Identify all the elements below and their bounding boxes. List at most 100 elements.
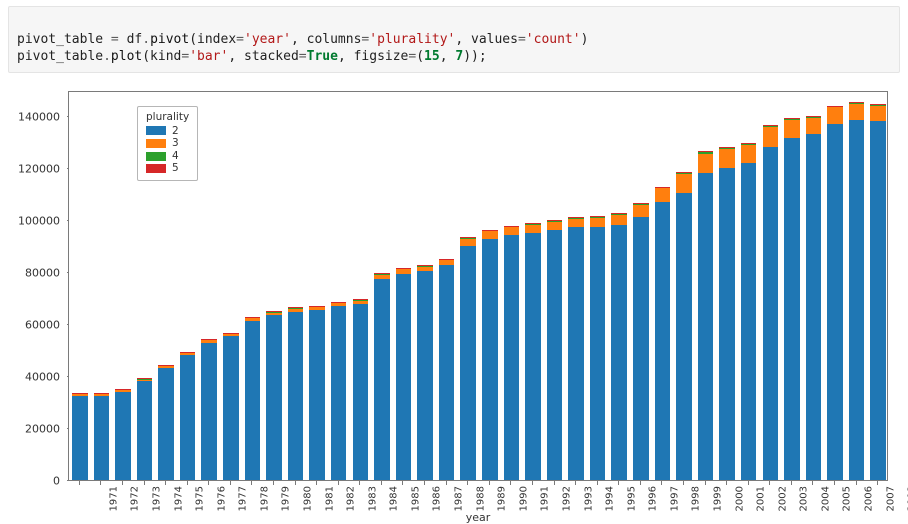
bar-segment-3 bbox=[331, 303, 347, 307]
bar-segment-5 bbox=[568, 217, 584, 218]
x-tick-mark bbox=[748, 481, 749, 485]
bar-stack bbox=[655, 187, 671, 480]
bar-stack bbox=[870, 105, 886, 480]
bar-segment-2 bbox=[460, 246, 476, 480]
bar bbox=[676, 92, 692, 480]
bar-segment-2 bbox=[180, 355, 196, 479]
bar-stack bbox=[547, 221, 563, 480]
bar-stack bbox=[676, 173, 692, 480]
bar bbox=[633, 92, 649, 480]
y-tick-label: 60000 bbox=[8, 318, 60, 331]
x-tick-label: 2003 bbox=[799, 486, 810, 511]
x-tick-mark bbox=[187, 481, 188, 485]
code-token: 15 bbox=[424, 49, 440, 64]
bar-segment-2 bbox=[245, 321, 261, 480]
bar-segment-5 bbox=[547, 220, 563, 221]
code-token: df bbox=[127, 32, 143, 47]
legend-swatch-3 bbox=[146, 139, 166, 148]
x-tick-label: 1978 bbox=[259, 486, 270, 511]
bar-segment-4 bbox=[525, 224, 541, 225]
x-tick-label: 1985 bbox=[410, 486, 421, 511]
x-tick-label: 1977 bbox=[238, 486, 249, 511]
x-tick-label: 2007 bbox=[885, 486, 896, 511]
x-tick-label: 1974 bbox=[173, 486, 184, 511]
bar-segment-5 bbox=[676, 172, 692, 173]
bar bbox=[353, 92, 369, 480]
bar-segment-3 bbox=[870, 106, 886, 122]
x-tick-label: 1989 bbox=[497, 486, 508, 511]
x-tick-label: 1996 bbox=[648, 486, 659, 511]
bar-segment-3 bbox=[784, 120, 800, 138]
bar-segment-5 bbox=[482, 230, 498, 231]
bar-segment-3 bbox=[245, 317, 261, 320]
bar-segment-5 bbox=[353, 299, 369, 300]
bar-segment-2 bbox=[676, 193, 692, 480]
x-tick-label: 1981 bbox=[324, 486, 335, 511]
y-tick-label: 140000 bbox=[8, 110, 60, 123]
code-token: ) bbox=[581, 32, 589, 47]
bar-segment-4 bbox=[784, 119, 800, 121]
bar bbox=[655, 92, 671, 480]
bar-stack bbox=[460, 238, 476, 480]
bar-segment-4 bbox=[504, 226, 520, 227]
x-tick-label: 1994 bbox=[605, 486, 616, 511]
x-tick-mark bbox=[489, 481, 490, 485]
x-tick-mark bbox=[618, 481, 619, 485]
legend-label: 3 bbox=[172, 137, 179, 150]
x-tick-mark bbox=[575, 481, 576, 485]
bar-segment-3 bbox=[849, 104, 865, 120]
x-tick-mark bbox=[251, 481, 252, 485]
x-axis-label: year bbox=[68, 511, 888, 524]
code-token: , stacked bbox=[228, 49, 298, 64]
bar-stack bbox=[137, 379, 153, 480]
bar-segment-4 bbox=[763, 125, 779, 127]
bar-stack bbox=[525, 224, 541, 480]
bar-segment-3 bbox=[547, 221, 563, 230]
x-tick-label: 1992 bbox=[561, 486, 572, 511]
bar-segment-5 bbox=[396, 268, 412, 269]
bar-segment-5 bbox=[827, 106, 843, 107]
x-tick-mark bbox=[208, 481, 209, 485]
bar-stack bbox=[849, 102, 865, 479]
bar bbox=[201, 92, 217, 480]
x-tick-label: 1973 bbox=[151, 486, 162, 511]
bar-segment-3 bbox=[568, 218, 584, 227]
bar-segment-2 bbox=[353, 304, 369, 480]
bar-stack bbox=[223, 333, 239, 480]
x-tick-label: 1972 bbox=[130, 486, 141, 511]
bar-segment-3 bbox=[223, 333, 239, 336]
code-token: ( bbox=[416, 49, 424, 64]
code-token: . bbox=[103, 49, 111, 64]
x-tick-mark bbox=[359, 481, 360, 485]
bar-segment-2 bbox=[396, 274, 412, 480]
bar-stack bbox=[115, 389, 131, 479]
code-token: pivot_table bbox=[17, 32, 111, 47]
x-tick-label: 1993 bbox=[583, 486, 594, 511]
x-tick-label: 1975 bbox=[195, 486, 206, 511]
x-tick-label: 1983 bbox=[367, 486, 378, 511]
y-tick-label: 20000 bbox=[8, 422, 60, 435]
bar bbox=[741, 92, 757, 480]
bar-segment-4 bbox=[547, 221, 563, 222]
bar-stack bbox=[763, 125, 779, 479]
legend-entry: 3 bbox=[146, 137, 189, 150]
code-token: = bbox=[518, 32, 526, 47]
bar-segment-5 bbox=[590, 216, 606, 217]
x-tick-label: 1980 bbox=[302, 486, 313, 511]
bar-segment-5 bbox=[72, 393, 88, 394]
bar-segment-5 bbox=[180, 352, 196, 353]
bar bbox=[245, 92, 261, 480]
plot-area: plurality 2 3 4 5 bbox=[68, 91, 888, 481]
bar-segment-5 bbox=[94, 393, 110, 394]
bar bbox=[439, 92, 455, 480]
bar-segment-3 bbox=[806, 118, 822, 135]
bar-segment-2 bbox=[870, 121, 886, 479]
code-token: pivot bbox=[150, 32, 189, 47]
x-tick-mark bbox=[144, 481, 145, 485]
x-tick-label: 1987 bbox=[454, 486, 465, 511]
bar-stack bbox=[806, 116, 822, 480]
bar bbox=[288, 92, 304, 480]
bar bbox=[806, 92, 822, 480]
bar-segment-2 bbox=[309, 310, 325, 479]
bar-segment-3 bbox=[460, 238, 476, 245]
